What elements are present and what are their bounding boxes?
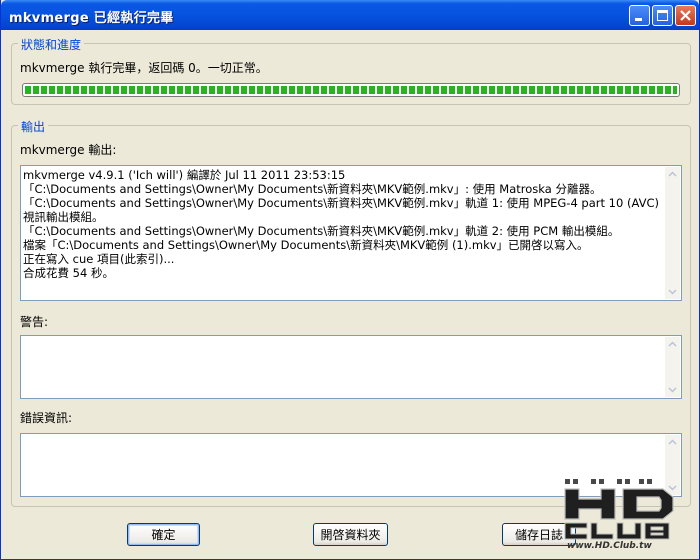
- mkvmerge-done-dialog: mkvmerge 已經執行完畢 狀態和進度 mkvmerge 執行完畢，返回碼 …: [0, 0, 700, 560]
- output-textbox[interactable]: mkvmerge v4.9.1 ('Ich will') 編譯於 Jul 11 …: [20, 165, 682, 301]
- hdclub-watermark-logo: www.HD.Club.tw: [564, 479, 674, 550]
- scroll-up-icon[interactable]: [665, 337, 680, 352]
- warnings-textbox[interactable]: [20, 335, 682, 399]
- minimize-button[interactable]: [629, 5, 650, 26]
- scroll-up-icon[interactable]: [665, 167, 680, 182]
- close-icon: [680, 10, 691, 21]
- watermark-url: www.HD.Club.tw: [567, 541, 652, 550]
- ok-button[interactable]: 確定: [127, 523, 200, 546]
- title-bar[interactable]: mkvmerge 已經執行完畢: [1, 0, 699, 30]
- open-folder-button[interactable]: 開啓資料夾: [313, 523, 388, 546]
- errors-label: 錯誤資訊:: [20, 411, 73, 425]
- warnings-scrollbar[interactable]: [665, 337, 680, 397]
- maximize-button[interactable]: [652, 5, 673, 26]
- scroll-up-icon[interactable]: [665, 435, 680, 450]
- status-group-legend: 狀態和進度: [18, 36, 85, 53]
- status-text: mkvmerge 執行完畢，返回碼 0。一切正常。: [20, 61, 268, 75]
- window-title: mkvmerge 已經執行完畢: [9, 11, 174, 26]
- minimize-icon: [635, 18, 642, 21]
- output-group-legend: 輸出: [18, 118, 49, 135]
- scroll-down-icon[interactable]: [665, 382, 680, 397]
- scroll-down-icon[interactable]: [665, 284, 680, 299]
- warnings-label: 警告:: [20, 315, 49, 329]
- progress-fill: [25, 86, 677, 94]
- maximize-icon: [657, 10, 668, 21]
- output-group: 輸出 mkvmerge 輸出: mkvmerge v4.9.1 ('Ich wi…: [11, 118, 691, 507]
- output-scrollbar[interactable]: [665, 167, 680, 299]
- progress-bar: [22, 83, 680, 97]
- output-label: mkvmerge 輸出:: [20, 143, 117, 157]
- warnings-log: [23, 338, 663, 396]
- status-progress-group: 狀態和進度 mkvmerge 執行完畢，返回碼 0。一切正常。: [11, 36, 691, 105]
- close-button[interactable]: [675, 5, 696, 26]
- output-log: mkvmerge v4.9.1 ('Ich will') 編譯於 Jul 11 …: [23, 168, 659, 280]
